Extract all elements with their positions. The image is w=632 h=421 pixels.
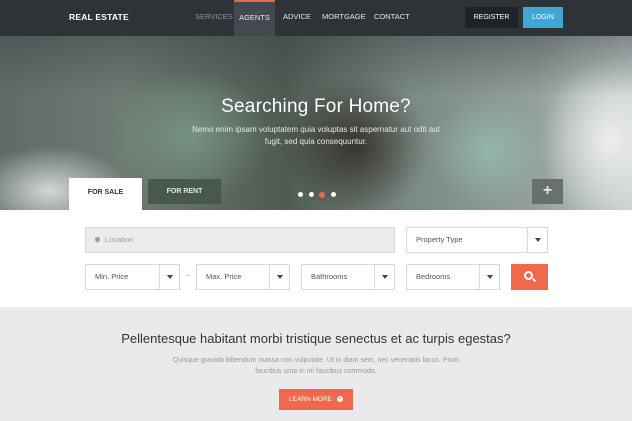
tab-for-rent[interactable]: FOR RENT [148,179,221,204]
add-button[interactable]: + [532,179,563,204]
slider-dot-3[interactable] [319,191,325,198]
chevron-down-icon [487,275,493,279]
max-price-label: Max. Price [206,272,242,281]
cta-text: Quisque gravida bibendum massa non vulpu… [172,357,460,375]
nav-link-agents[interactable]: AGENTS [234,0,275,36]
location-pin-icon [93,235,102,244]
arrow-right-icon [336,395,343,402]
location-placeholder: Location [105,235,134,244]
nav-link-services[interactable]: SERVICES [195,0,233,36]
hero-title: Searching For Home? [221,96,411,117]
login-button[interactable]: LOGIN [523,7,563,28]
min-price-select[interactable]: Min. Price [85,264,180,290]
learn-more-button[interactable]: LEARN MORE [279,389,353,410]
hero-subtitle: Nemo enim ipsam voluptatem quia voluptas… [192,125,440,146]
cta-title: Pellentesque habitant morbi tristique se… [121,331,511,346]
tab-for-sale[interactable]: FOR SALE [69,178,142,210]
bathrooms-select[interactable]: Bathrooms [301,264,395,290]
slider-dot-2[interactable] [309,192,314,197]
bedrooms-select[interactable]: Bedrooms [406,264,500,290]
brand-logo[interactable]: REAL ESTATE [69,12,129,22]
property-type-label: Property Type [416,235,463,244]
top-navbar: REAL ESTATE SERVICES AGENTS ADVICE MORTG… [0,0,632,36]
nav-link-contact[interactable]: CONTACT [374,0,410,36]
learn-more-label: LEARN MORE [289,396,332,403]
search-button[interactable] [511,264,548,290]
chevron-down-icon [277,275,283,279]
nav-link-advice[interactable]: ADVICE [283,0,311,36]
search-panel [0,210,632,307]
nav-link-mortgage[interactable]: MORTGAGE [322,0,366,36]
slider-dot-4[interactable] [331,192,336,197]
min-price-label: Min. Price [95,272,129,281]
property-type-select[interactable]: Property Type [406,227,548,253]
chevron-down-icon [167,275,173,279]
plus-icon: + [542,182,553,199]
bedrooms-label: Bedrooms [416,272,451,281]
chevron-down-icon [382,275,388,279]
max-price-select[interactable]: Max. Price [196,264,290,290]
register-button[interactable]: REGISTER [465,7,518,28]
bathrooms-label: Bathrooms [311,272,348,281]
location-input[interactable]: Location [85,227,395,253]
slider-dot-1[interactable] [298,192,303,197]
chevron-down-icon [535,238,541,242]
price-range-separator: - [187,271,190,280]
